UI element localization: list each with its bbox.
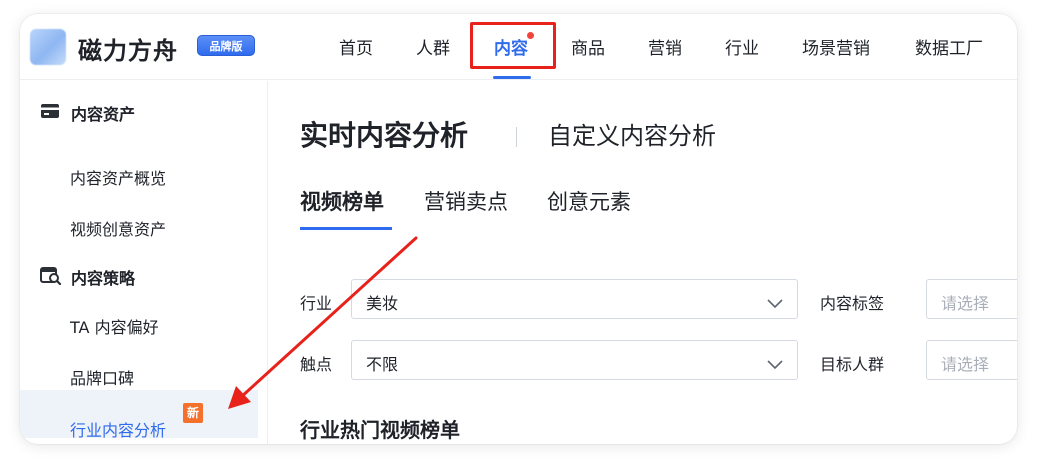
nav-item-scene-marketing[interactable]: 场景营销 [802, 34, 870, 59]
filter-label-touchpoint: 触点 [300, 355, 333, 374]
brand-name[interactable]: 磁力方舟 [78, 31, 178, 66]
new-badge: 新 [183, 403, 203, 423]
touchpoint-select[interactable]: 不限 [351, 340, 798, 380]
app-window: 磁力方舟 品牌版 首页 人群 内容 商品 营销 行业 场景营销 数据工厂 内容资… [20, 14, 1017, 444]
tab-selling-points[interactable]: 营销卖点 [424, 186, 508, 216]
sidebar-section-content-assets: 内容资产 [20, 96, 268, 126]
nav-item-home[interactable]: 首页 [339, 34, 373, 59]
chevron-down-icon [767, 355, 783, 374]
chevron-down-icon [767, 294, 783, 313]
tab-creative-elements[interactable]: 创意元素 [547, 186, 631, 216]
target-audience-placeholder: 请选择 [941, 355, 990, 374]
title-divider [516, 127, 517, 147]
industry-select-value: 美妆 [366, 294, 399, 313]
industry-select[interactable]: 美妆 [351, 279, 798, 319]
filter-label-content-tag: 内容标签 [820, 294, 885, 313]
nav-item-marketing[interactable]: 营销 [648, 34, 682, 59]
page-title[interactable]: 实时内容分析 [300, 114, 468, 154]
nav-item-data-factory[interactable]: 数据工厂 [915, 34, 983, 59]
section-title-hot-videos: 行业热门视频榜单 [300, 418, 460, 442]
brand-edition-badge: 品牌版 [197, 35, 255, 56]
nav-item-industry[interactable]: 行业 [725, 34, 759, 59]
content-tag-placeholder: 请选择 [941, 294, 990, 313]
target-audience-select[interactable]: 请选择 [926, 340, 1017, 380]
sidebar-section-content-strategy: 内容策略 [20, 260, 268, 290]
sidebar-item-ta-content-preference[interactable]: TA 内容偏好 [70, 314, 159, 338]
sidebar: 内容资产 内容资产概览 视频创意资产 内容策略 TA 内容偏好 品牌口碑 行业内… [20, 81, 268, 444]
sidebar-item-content-assets-overview[interactable]: 内容资产概览 [70, 165, 166, 189]
tab-active-indicator [300, 227, 392, 230]
top-navigation-bar: 磁力方舟 品牌版 首页 人群 内容 商品 营销 行业 场景营销 数据工厂 [20, 14, 1017, 80]
sidebar-section-label: 内容资产 [71, 105, 136, 124]
content-tag-select[interactable]: 请选择 [926, 279, 1017, 319]
nav-item-products[interactable]: 商品 [571, 34, 605, 59]
sidebar-item-industry-content-analysis[interactable]: 行业内容分析 [70, 417, 166, 441]
page-title-custom-analysis[interactable]: 自定义内容分析 [548, 116, 716, 151]
filter-label-target-audience: 目标人群 [820, 355, 885, 374]
brand-logo[interactable] [30, 29, 66, 65]
touchpoint-select-value: 不限 [366, 355, 399, 374]
tab-video-ranking[interactable]: 视频榜单 [300, 186, 384, 216]
search-document-icon [40, 267, 62, 289]
sidebar-item-video-creative-assets[interactable]: 视频创意资产 [70, 216, 166, 240]
nav-item-audience[interactable]: 人群 [416, 34, 450, 59]
annotation-highlight-box [470, 22, 556, 69]
sidebar-section-label: 内容策略 [71, 269, 136, 288]
filter-label-industry: 行业 [300, 294, 333, 313]
main-content: 实时内容分析 自定义内容分析 视频榜单 营销卖点 创意元素 行业 美妆 内容标签… [269, 81, 1017, 444]
sidebar-item-brand-reputation[interactable]: 品牌口碑 [70, 365, 134, 389]
card-icon [40, 103, 60, 123]
nav-active-indicator [493, 76, 531, 79]
